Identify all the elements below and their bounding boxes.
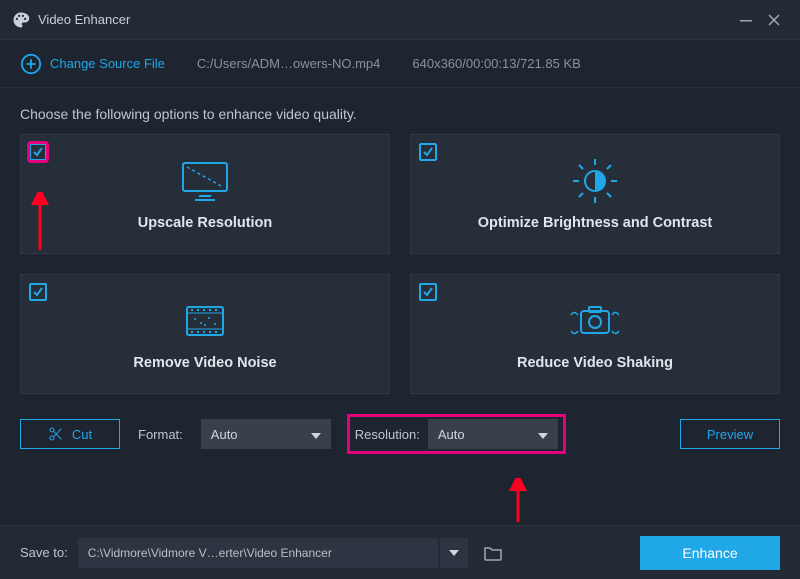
- browse-folder-button[interactable]: [478, 538, 508, 568]
- film-noise-icon: [179, 297, 231, 345]
- close-button[interactable]: [760, 6, 788, 34]
- resolution-label: Resolution:: [355, 427, 420, 442]
- checkbox-noise[interactable]: [29, 283, 47, 301]
- change-source-label: Change Source File: [50, 56, 165, 71]
- option-label: Upscale Resolution: [138, 215, 273, 231]
- chevron-down-icon: [311, 427, 321, 442]
- option-remove-noise[interactable]: Remove Video Noise: [20, 274, 390, 394]
- option-upscale-resolution[interactable]: Upscale Resolution: [20, 134, 390, 254]
- minimize-button[interactable]: [732, 6, 760, 34]
- annotation-arrow: [506, 478, 530, 524]
- cut-button[interactable]: Cut: [20, 419, 120, 449]
- save-path-field[interactable]: C:\Vidmore\Vidmore V…erter\Video Enhance…: [78, 538, 438, 568]
- change-source-button[interactable]: Change Source File: [20, 53, 165, 75]
- enhance-label: Enhance: [682, 545, 737, 561]
- footer: Save to: C:\Vidmore\Vidmore V…erter\Vide…: [0, 525, 800, 579]
- folder-icon: [484, 545, 502, 561]
- chevron-down-icon: [449, 550, 459, 556]
- camera-shake-icon: [567, 297, 623, 345]
- titlebar: Video Enhancer: [0, 0, 800, 40]
- preview-label: Preview: [707, 427, 753, 442]
- save-path-value: C:\Vidmore\Vidmore V…erter\Video Enhance…: [88, 546, 332, 560]
- monitor-icon: [179, 157, 231, 205]
- option-label: Reduce Video Shaking: [517, 355, 673, 371]
- resolution-dropdown[interactable]: Auto: [428, 419, 558, 449]
- resolution-group: Resolution: Auto: [349, 416, 564, 452]
- resolution-value: Auto: [438, 427, 528, 442]
- source-meta: 640x360/00:00:13/721.85 KB: [412, 56, 580, 71]
- format-value: Auto: [211, 427, 301, 442]
- window-title: Video Enhancer: [38, 12, 732, 27]
- plus-circle-icon: [20, 53, 42, 75]
- option-brightness-contrast[interactable]: Optimize Brightness and Contrast: [410, 134, 780, 254]
- checkbox-upscale[interactable]: [29, 143, 47, 161]
- preview-button[interactable]: Preview: [680, 419, 780, 449]
- save-to-label: Save to:: [20, 545, 68, 560]
- format-label: Format:: [138, 427, 183, 442]
- chevron-down-icon: [538, 427, 548, 442]
- sun-contrast-icon: [571, 157, 619, 205]
- option-reduce-shaking[interactable]: Reduce Video Shaking: [410, 274, 780, 394]
- app-palette-icon: [12, 11, 30, 29]
- scissors-icon: [48, 426, 64, 442]
- checkbox-shaking[interactable]: [419, 283, 437, 301]
- controls-row: Cut Format: Auto Resolution: Auto Previe…: [0, 394, 800, 452]
- save-path-dropdown[interactable]: [440, 538, 468, 568]
- checkbox-brightness[interactable]: [419, 143, 437, 161]
- enhance-button[interactable]: Enhance: [640, 536, 780, 570]
- source-bar: Change Source File C:/Users/ADM…owers-NO…: [0, 40, 800, 88]
- instruction-text: Choose the following options to enhance …: [0, 88, 800, 134]
- options-grid: Upscale Resolution Optimize Brightness a…: [0, 134, 800, 394]
- format-dropdown[interactable]: Auto: [201, 419, 331, 449]
- option-label: Remove Video Noise: [133, 355, 276, 371]
- cut-label: Cut: [72, 427, 92, 442]
- source-path: C:/Users/ADM…owers-NO.mp4: [197, 56, 380, 71]
- option-label: Optimize Brightness and Contrast: [478, 215, 712, 231]
